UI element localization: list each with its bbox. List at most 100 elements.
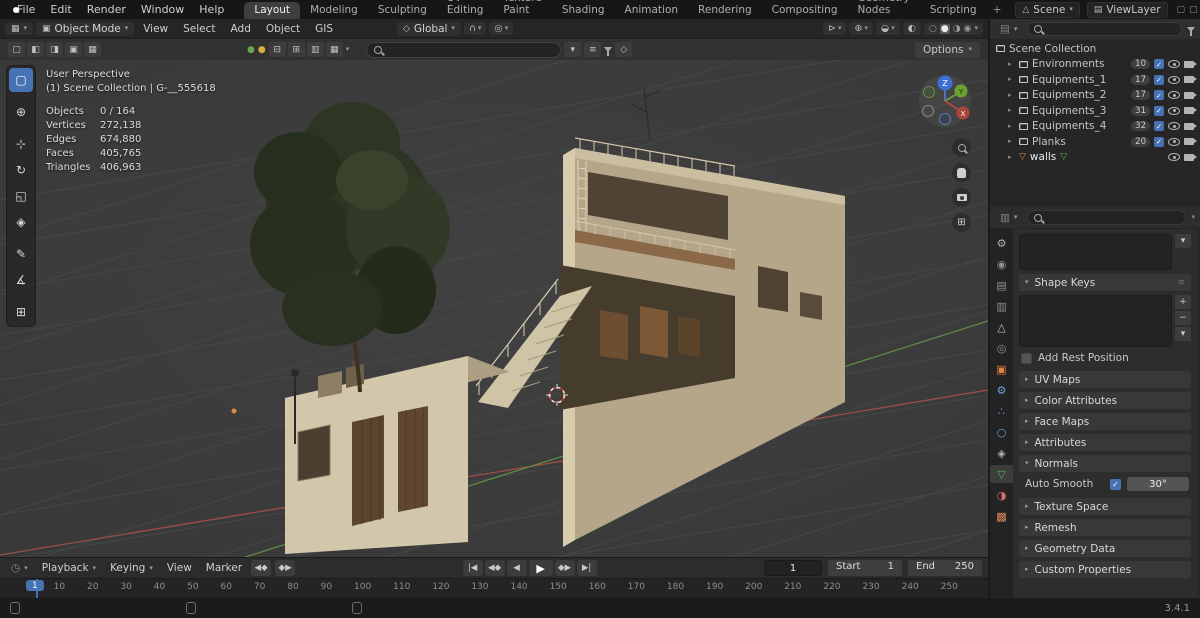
hide-viewport-icon[interactable] [1168,153,1180,162]
mode-dropdown[interactable]: ▣ Object Mode ▾ [36,21,135,36]
outliner-collection-row[interactable]: ▸ Equipments_2 17 ✓ [996,88,1198,104]
frame-end-field[interactable]: End 250 [908,560,983,576]
tool-setting-chip[interactable]: ▣ [65,42,82,57]
viewport-tool-button[interactable]: ◱ [9,184,33,208]
disable-render-icon[interactable] [1184,76,1197,84]
jump-prev-keyframe-button[interactable]: ◀◆ [251,560,272,576]
properties-panel-header[interactable]: ▸ Face Maps [1019,413,1191,430]
properties-tab[interactable]: ◑ [990,486,1013,504]
viewport-tool-button[interactable]: ↻ [9,158,33,182]
viewport-tool-button[interactable]: ▢ [9,68,33,92]
disable-render-icon[interactable] [1184,138,1197,146]
editor-type-button[interactable]: ▦ ▾ [5,22,34,35]
outliner-collection-row[interactable]: ▸ Equipments_4 32 ✓ [996,119,1198,135]
list-box[interactable] [1019,295,1172,347]
filter-icon[interactable] [604,47,613,56]
navigation-gizmo[interactable]: Z Y X [918,72,976,133]
properties-tab[interactable]: ▩ [990,507,1013,525]
properties-panel-header[interactable]: ▸ Texture Space [1019,498,1191,515]
overlays-toggle[interactable]: ◒ ▾ [875,22,900,35]
tab-layout[interactable]: Layout [244,2,301,19]
properties-tab[interactable]: ∴ [990,402,1013,420]
exclude-checkbox[interactable]: ✓ [1154,74,1164,85]
expand-icon[interactable]: ▸ [1008,107,1015,114]
disable-render-icon[interactable] [1184,91,1197,99]
hide-viewport-icon[interactable] [1168,137,1180,146]
expand-icon[interactable]: ▸ [1008,91,1015,99]
outliner-collection-row[interactable]: ▸ Planks 20 ✓ [996,134,1198,150]
menu-chip[interactable]: ≡ [584,42,602,57]
exclude-checkbox[interactable]: ✓ [1154,136,1164,147]
viewport-menu-item[interactable]: Select [177,22,221,36]
properties-panel-header[interactable]: ▸ UV Maps [1019,371,1191,388]
tool-setting-chip[interactable]: ▢ [8,42,25,57]
transport-button[interactable]: ◆▶ [554,560,575,576]
transport-button[interactable]: ◀◆ [484,560,505,576]
outliner-collection-row[interactable]: ▸ Environments 10 ✓ [996,57,1198,73]
transport-button[interactable]: ▶| [576,560,597,576]
disable-render-icon[interactable] [1184,122,1197,130]
workspace-tab[interactable]: Texture Paint [493,0,551,19]
viewport-tool-button[interactable]: ⊕ [9,100,33,124]
hide-viewport-icon[interactable] [1168,75,1180,84]
selectability-dropdown[interactable]: ⊳ ▾ [822,22,847,35]
gizmos-toggle[interactable]: ⊕ ▾ [849,22,873,35]
add-shape-key-button[interactable]: + [1175,295,1191,309]
vertex-groups-list[interactable]: ▾ [1019,234,1191,270]
expand-icon[interactable]: ▸ [1008,122,1015,130]
ortho-toggle-button[interactable]: ⊞ [952,213,971,232]
outliner-search[interactable] [1027,22,1182,36]
outliner-object-row-walls[interactable]: ▸ ▽ walls ▽ [996,150,1198,166]
properties-tab[interactable]: △ [990,318,1013,336]
expand-icon[interactable]: ▸ [1008,138,1015,145]
material-shading-icon[interactable]: ◑ [953,24,961,34]
disable-render-icon[interactable] [1184,107,1197,115]
properties-tab[interactable]: ▽ [990,465,1013,483]
workspace-tab[interactable]: Compositing [762,2,848,19]
scene-collection-row[interactable]: Scene Collection [996,41,1198,57]
properties-panel-header[interactable]: ▸ Remesh [1019,519,1191,536]
snap-target-chip[interactable]: ▥ [306,42,324,57]
properties-tab[interactable]: ▣ [990,360,1013,378]
exclude-checkbox[interactable]: ✓ [1154,121,1164,132]
camera-view-button[interactable] [952,188,971,207]
exclude-checkbox[interactable]: ✓ [1154,59,1164,70]
viewport-tool-button[interactable]: ◈ [9,210,33,234]
viewport-search[interactable] [366,41,562,58]
new-window-icon[interactable]: ▢ [1177,5,1186,15]
properties-tab[interactable]: ◈ [990,444,1013,462]
properties-tab[interactable]: ⚙ [990,234,1013,252]
workspace-tab[interactable]: UV Editing [437,0,494,19]
keying-menu[interactable]: Keying ▾ [105,561,158,575]
shape-key-specials-button[interactable]: ▾ [1175,327,1191,341]
properties-tab[interactable]: ○ [990,423,1013,441]
outliner-collection-row[interactable]: ▸ Equipments_3 31 ✓ [996,103,1198,119]
viewlayer-selector[interactable]: ▤ ViewLayer [1086,1,1168,18]
outliner-collection-row[interactable]: ▸ Equipments_1 17 ✓ [996,72,1198,88]
search-input[interactable] [387,44,554,55]
workspace-tab[interactable]: Animation [615,2,689,19]
timeline-marker-menu[interactable]: Marker [201,561,247,575]
auto-smooth-angle-field[interactable]: 30° [1127,477,1189,491]
snap-target-chip[interactable]: ⊞ [287,42,305,57]
workspace-tab[interactable]: Scripting [920,2,987,19]
viewport-menu-item[interactable]: Add [225,22,257,36]
properties-tab[interactable]: ▥ [990,297,1013,315]
transport-button[interactable]: ◀ [506,560,527,576]
duplicate-window-icon[interactable]: ▢ [1189,5,1198,15]
properties-tab[interactable]: ◉ [990,255,1013,273]
tool-setting-chip[interactable]: ◧ [27,42,44,57]
remove-shape-key-button[interactable]: − [1175,311,1191,325]
expand-icon[interactable]: ▸ [1008,76,1015,83]
drag-grip-icon[interactable]: ≡ [1177,278,1185,288]
specials-menu-button[interactable]: ▾ [1175,234,1191,248]
viewport-tool-button[interactable]: ⊹ [9,132,33,156]
viewport-tool-button[interactable]: ∡ [9,268,33,292]
snap-toggle[interactable]: ∩ ▾ [463,22,487,35]
filter-icon[interactable] [1187,26,1195,36]
workspace-tab[interactable]: Modeling [300,2,368,19]
workspace-tab[interactable]: Rendering [688,2,762,19]
shield-chip[interactable]: ◇ [615,42,633,57]
pan-button[interactable] [952,163,971,182]
viewport-menu-item[interactable]: Object [260,22,306,36]
